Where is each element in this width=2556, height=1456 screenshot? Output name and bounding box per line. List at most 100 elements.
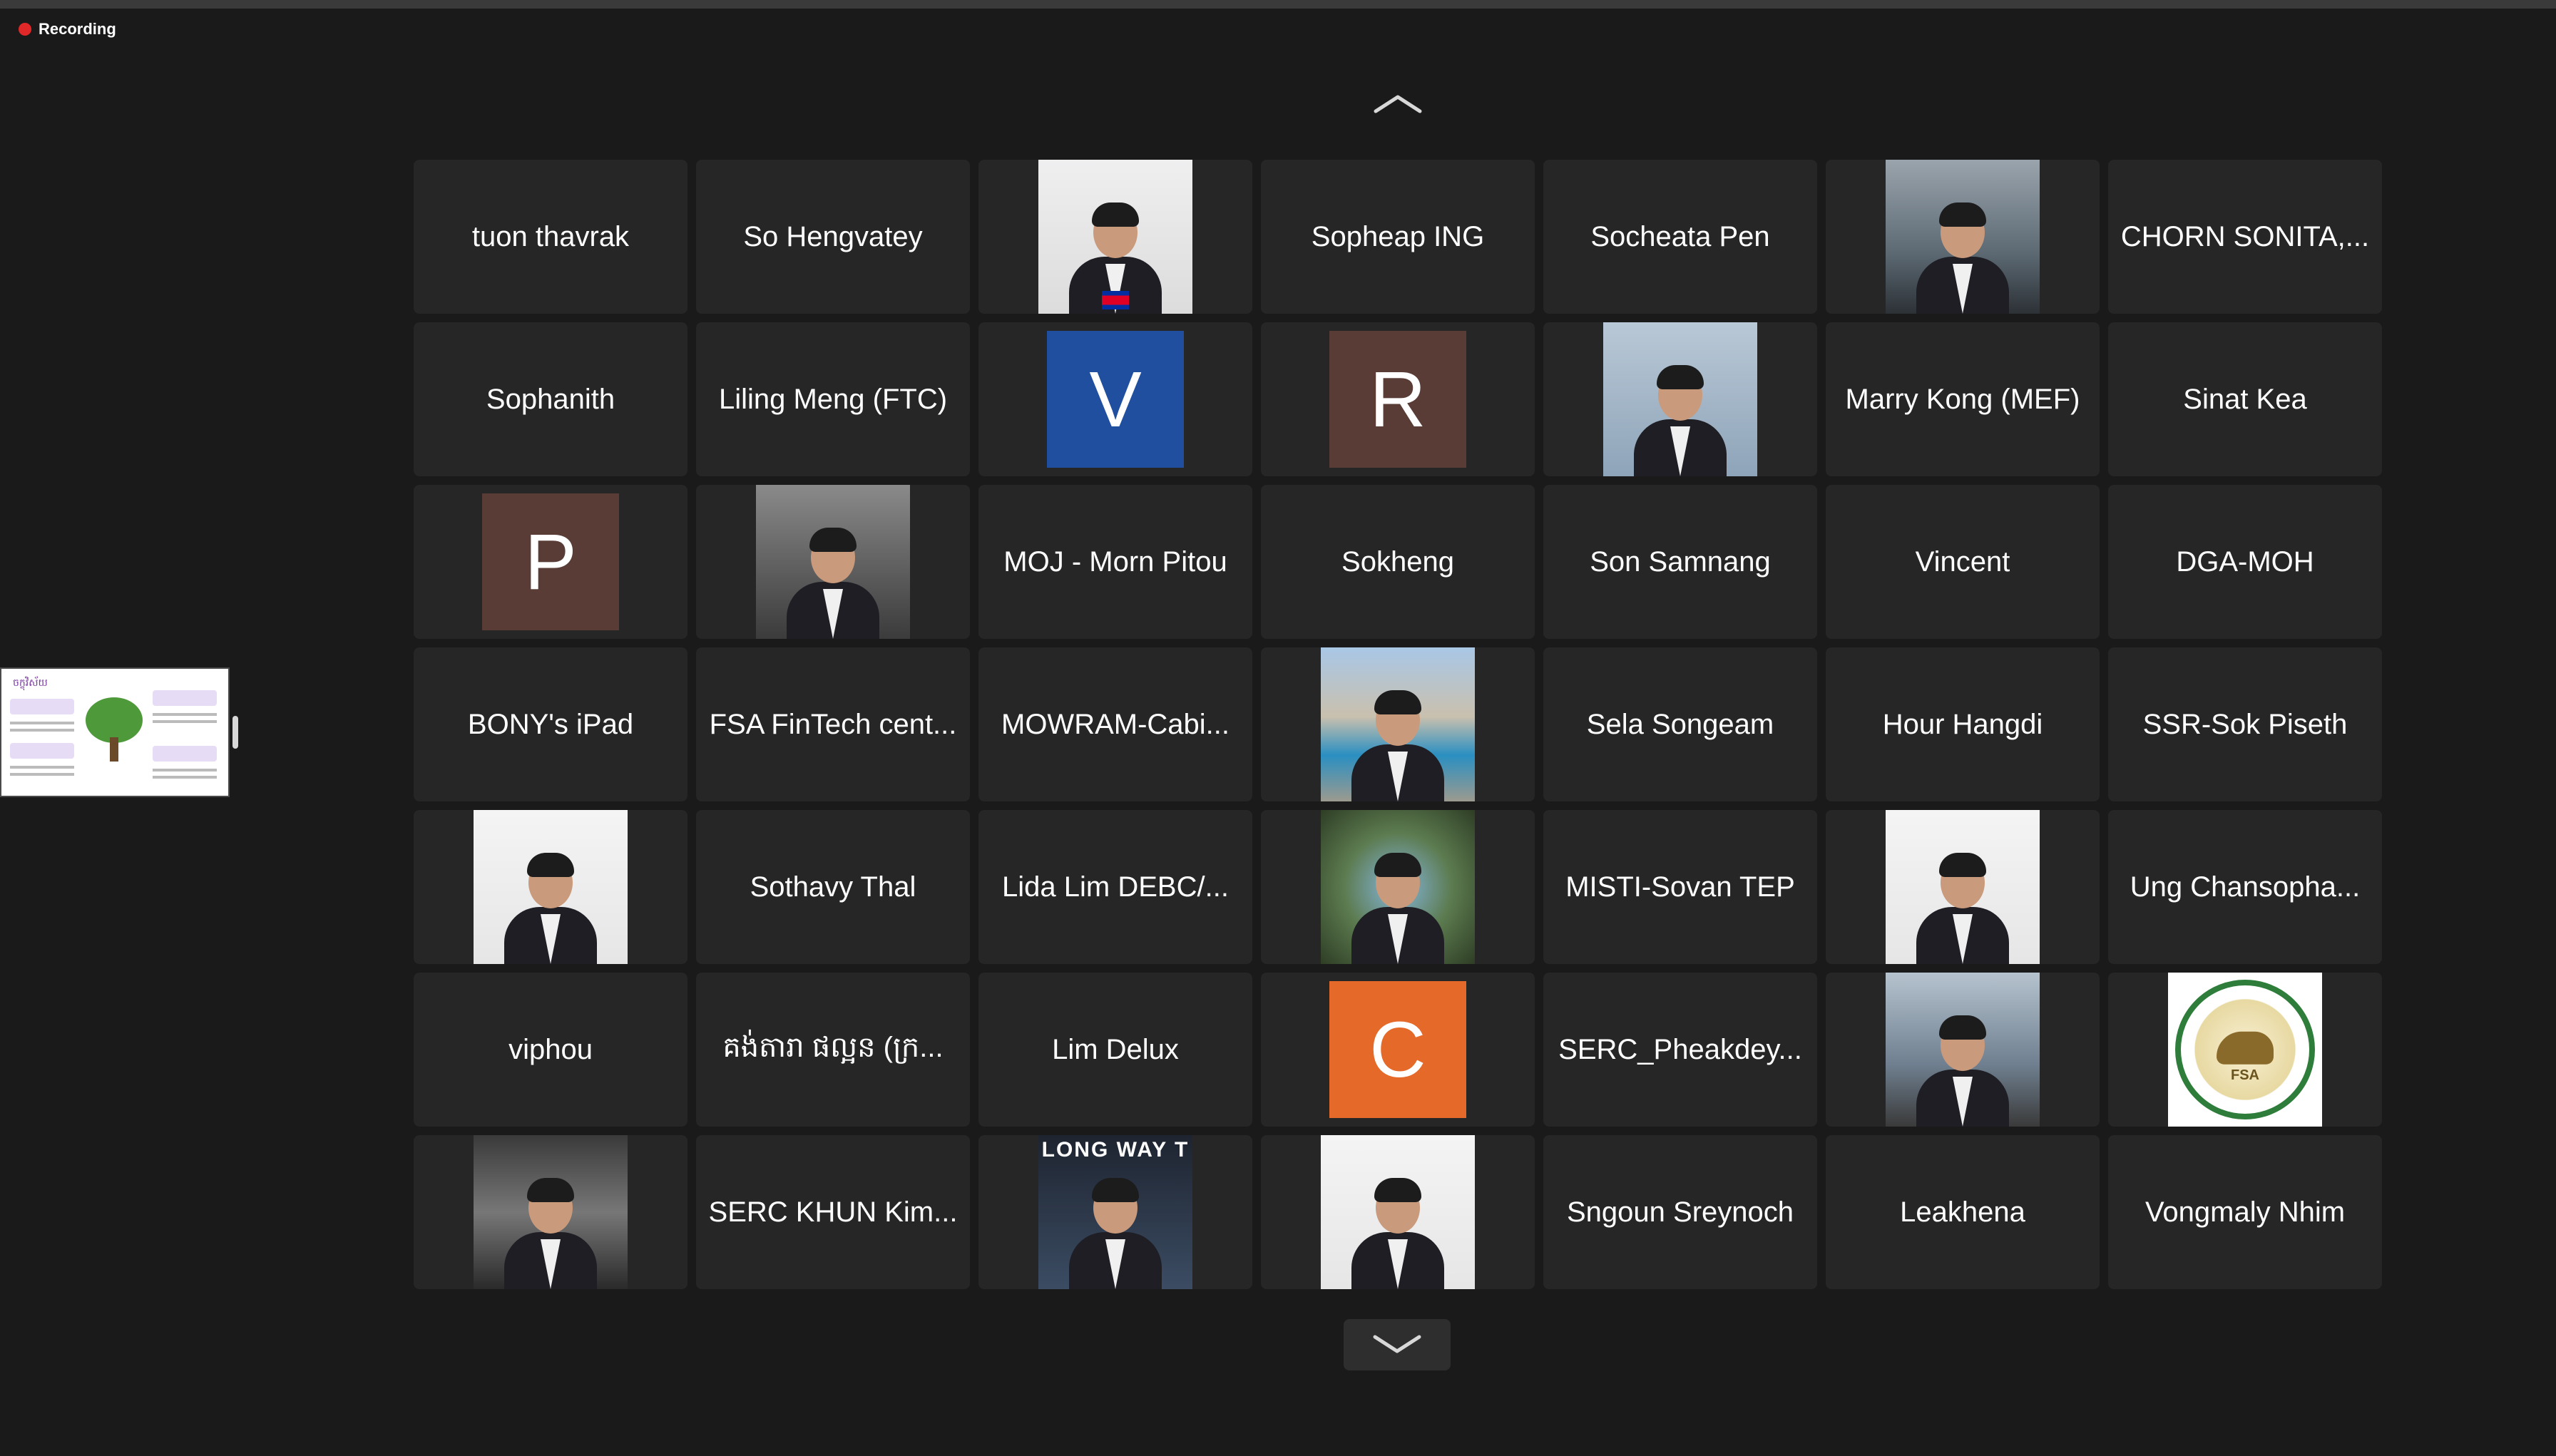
participant-tile[interactable]	[696, 485, 970, 639]
participant-photo	[1886, 160, 2040, 314]
participant-name: Sopheap ING	[1311, 220, 1485, 252]
participant-tile[interactable]: Son Samnang	[1543, 485, 1817, 639]
participant-tile[interactable]	[1261, 1135, 1535, 1289]
person-silhouette	[787, 528, 879, 639]
participant-tile[interactable]: Sela Songeam	[1543, 647, 1817, 801]
participant-tile[interactable]	[1826, 973, 2100, 1127]
participant-tile[interactable]: SERC_Pheakdey...	[1543, 973, 1817, 1127]
participant-name: Sngoun Sreynoch	[1566, 1196, 1794, 1228]
participant-name: គង់តារា ផល្អន (ក្រ...	[722, 1031, 944, 1063]
participant-photo	[1886, 810, 2040, 964]
participant-tile[interactable]: គង់តារា ផល្អន (ក្រ...	[696, 973, 970, 1127]
person-silhouette	[1916, 853, 2009, 964]
participant-tile[interactable]: V	[978, 322, 1252, 476]
participant-tile[interactable]: LONG WAY T	[978, 1135, 1252, 1289]
participant-name: Hour Hangdi	[1882, 708, 2043, 740]
participant-name: Liling Meng (FTC)	[718, 383, 948, 415]
previous-page-button[interactable]	[1369, 86, 1426, 121]
participant-tile[interactable]	[414, 810, 687, 964]
participant-name: Vongmaly Nhim	[2145, 1196, 2346, 1228]
participant-tile[interactable]	[414, 1135, 687, 1289]
participant-name: Son Samnang	[1590, 545, 1771, 578]
person-silhouette	[1916, 202, 2009, 314]
person-silhouette	[1351, 690, 1444, 801]
person-silhouette	[1634, 365, 1727, 476]
participant-tile[interactable]: CHORN SONITA,...	[2108, 160, 2382, 314]
poster-text: LONG WAY T	[1041, 1138, 1190, 1162]
participant-name: Sophanith	[486, 383, 615, 415]
cambodia-flag-icon	[1102, 291, 1129, 309]
recording-label: Recording	[39, 20, 116, 38]
meeting-window: Recording ចក្ខុវិស័យ tuon thavrak So Heng…	[0, 0, 2556, 1456]
letter-avatar: R	[1329, 331, 1466, 468]
participant-tile[interactable]: Leakhena	[1826, 1135, 2100, 1289]
participant-photo	[1886, 973, 2040, 1127]
participant-name: Sinat Kea	[2183, 383, 2307, 415]
participant-tile[interactable]: FSA	[2108, 973, 2382, 1127]
participant-name: CHORN SONITA,...	[2120, 220, 2370, 252]
participant-tile[interactable]: SERC KHUN Kim...	[696, 1135, 970, 1289]
participant-tile[interactable]: MOJ - Morn Pitou	[978, 485, 1252, 639]
participant-name: Sothavy Thal	[750, 871, 916, 903]
participant-tile[interactable]: Sinat Kea	[2108, 322, 2382, 476]
chevron-down-icon	[1373, 1335, 1421, 1353]
participant-tile[interactable]: SSR-Sok Piseth	[2108, 647, 2382, 801]
shared-screen-thumbnail[interactable]: ចក្ខុវិស័យ	[0, 667, 230, 797]
participant-name: Socheata Pen	[1590, 220, 1770, 252]
participant-tile[interactable]	[1826, 160, 2100, 314]
participant-photo	[474, 1135, 628, 1289]
chevron-up-icon	[1374, 95, 1422, 113]
person-silhouette	[504, 853, 597, 964]
participant-tile[interactable]: Sopheap ING	[1261, 160, 1535, 314]
recording-indicator[interactable]: Recording	[19, 20, 116, 39]
participant-tile[interactable]: BONY's iPad	[414, 647, 687, 801]
thumbnail-resize-handle[interactable]	[232, 716, 238, 749]
participant-name: Ung Chansopha...	[2130, 871, 2361, 903]
participant-tile[interactable]: Hour Hangdi	[1826, 647, 2100, 801]
participant-name: SSR-Sok Piseth	[2142, 708, 2348, 740]
participant-tile[interactable]	[1261, 647, 1535, 801]
participant-name: FSA FinTech cent...	[709, 708, 957, 740]
participant-tile[interactable]: Lida Lim DEBC/...	[978, 810, 1252, 964]
participant-tile[interactable]: tuon thavrak	[414, 160, 687, 314]
participant-photo	[1038, 160, 1192, 314]
participant-tile[interactable]: DGA-MOH	[2108, 485, 2382, 639]
participant-tile[interactable]: Socheata Pen	[1543, 160, 1817, 314]
letter-avatar: P	[482, 493, 619, 630]
person-silhouette	[1351, 853, 1444, 964]
participant-tile[interactable]: C	[1261, 973, 1535, 1127]
participant-name: viphou	[508, 1033, 593, 1065]
participant-name: So Hengvatey	[743, 220, 923, 252]
participant-tile[interactable]: viphou	[414, 973, 687, 1127]
participant-tile[interactable]: So Hengvatey	[696, 160, 970, 314]
participant-tile[interactable]: Sophanith	[414, 322, 687, 476]
next-page-button[interactable]	[1344, 1319, 1451, 1370]
participant-photo	[1321, 647, 1475, 801]
participant-tile[interactable]: FSA FinTech cent...	[696, 647, 970, 801]
participant-photo: FSA	[2168, 973, 2322, 1127]
participant-tile[interactable]: Sokheng	[1261, 485, 1535, 639]
participant-tile[interactable]: MOWRAM-Cabi...	[978, 647, 1252, 801]
participant-tile[interactable]	[978, 160, 1252, 314]
participant-tile[interactable]	[1826, 810, 2100, 964]
participant-tile[interactable]: Sngoun Sreynoch	[1543, 1135, 1817, 1289]
participant-tile[interactable]: Lim Delux	[978, 973, 1252, 1127]
participant-tile[interactable]: P	[414, 485, 687, 639]
participant-gallery: tuon thavrak So Hengvatey Sopheap ING Soche…	[414, 160, 2382, 1289]
participant-name: Lida Lim DEBC/...	[1002, 871, 1229, 903]
person-silhouette	[1916, 1015, 2009, 1127]
participant-tile[interactable]: Ung Chansopha...	[2108, 810, 2382, 964]
participant-tile[interactable]: Marry Kong (MEF)	[1826, 322, 2100, 476]
participant-tile[interactable]: Vongmaly Nhim	[2108, 1135, 2382, 1289]
participant-tile[interactable]: Sothavy Thal	[696, 810, 970, 964]
participant-photo	[756, 485, 910, 639]
person-silhouette	[1351, 1178, 1444, 1289]
participant-tile[interactable]	[1543, 322, 1817, 476]
participant-tile[interactable]: Vincent	[1826, 485, 2100, 639]
participant-photo	[1603, 322, 1757, 476]
participant-tile[interactable]	[1261, 810, 1535, 964]
participant-tile[interactable]: R	[1261, 322, 1535, 476]
participant-tile[interactable]: Liling Meng (FTC)	[696, 322, 970, 476]
person-silhouette	[504, 1178, 597, 1289]
participant-tile[interactable]: MISTI-Sovan TEP	[1543, 810, 1817, 964]
